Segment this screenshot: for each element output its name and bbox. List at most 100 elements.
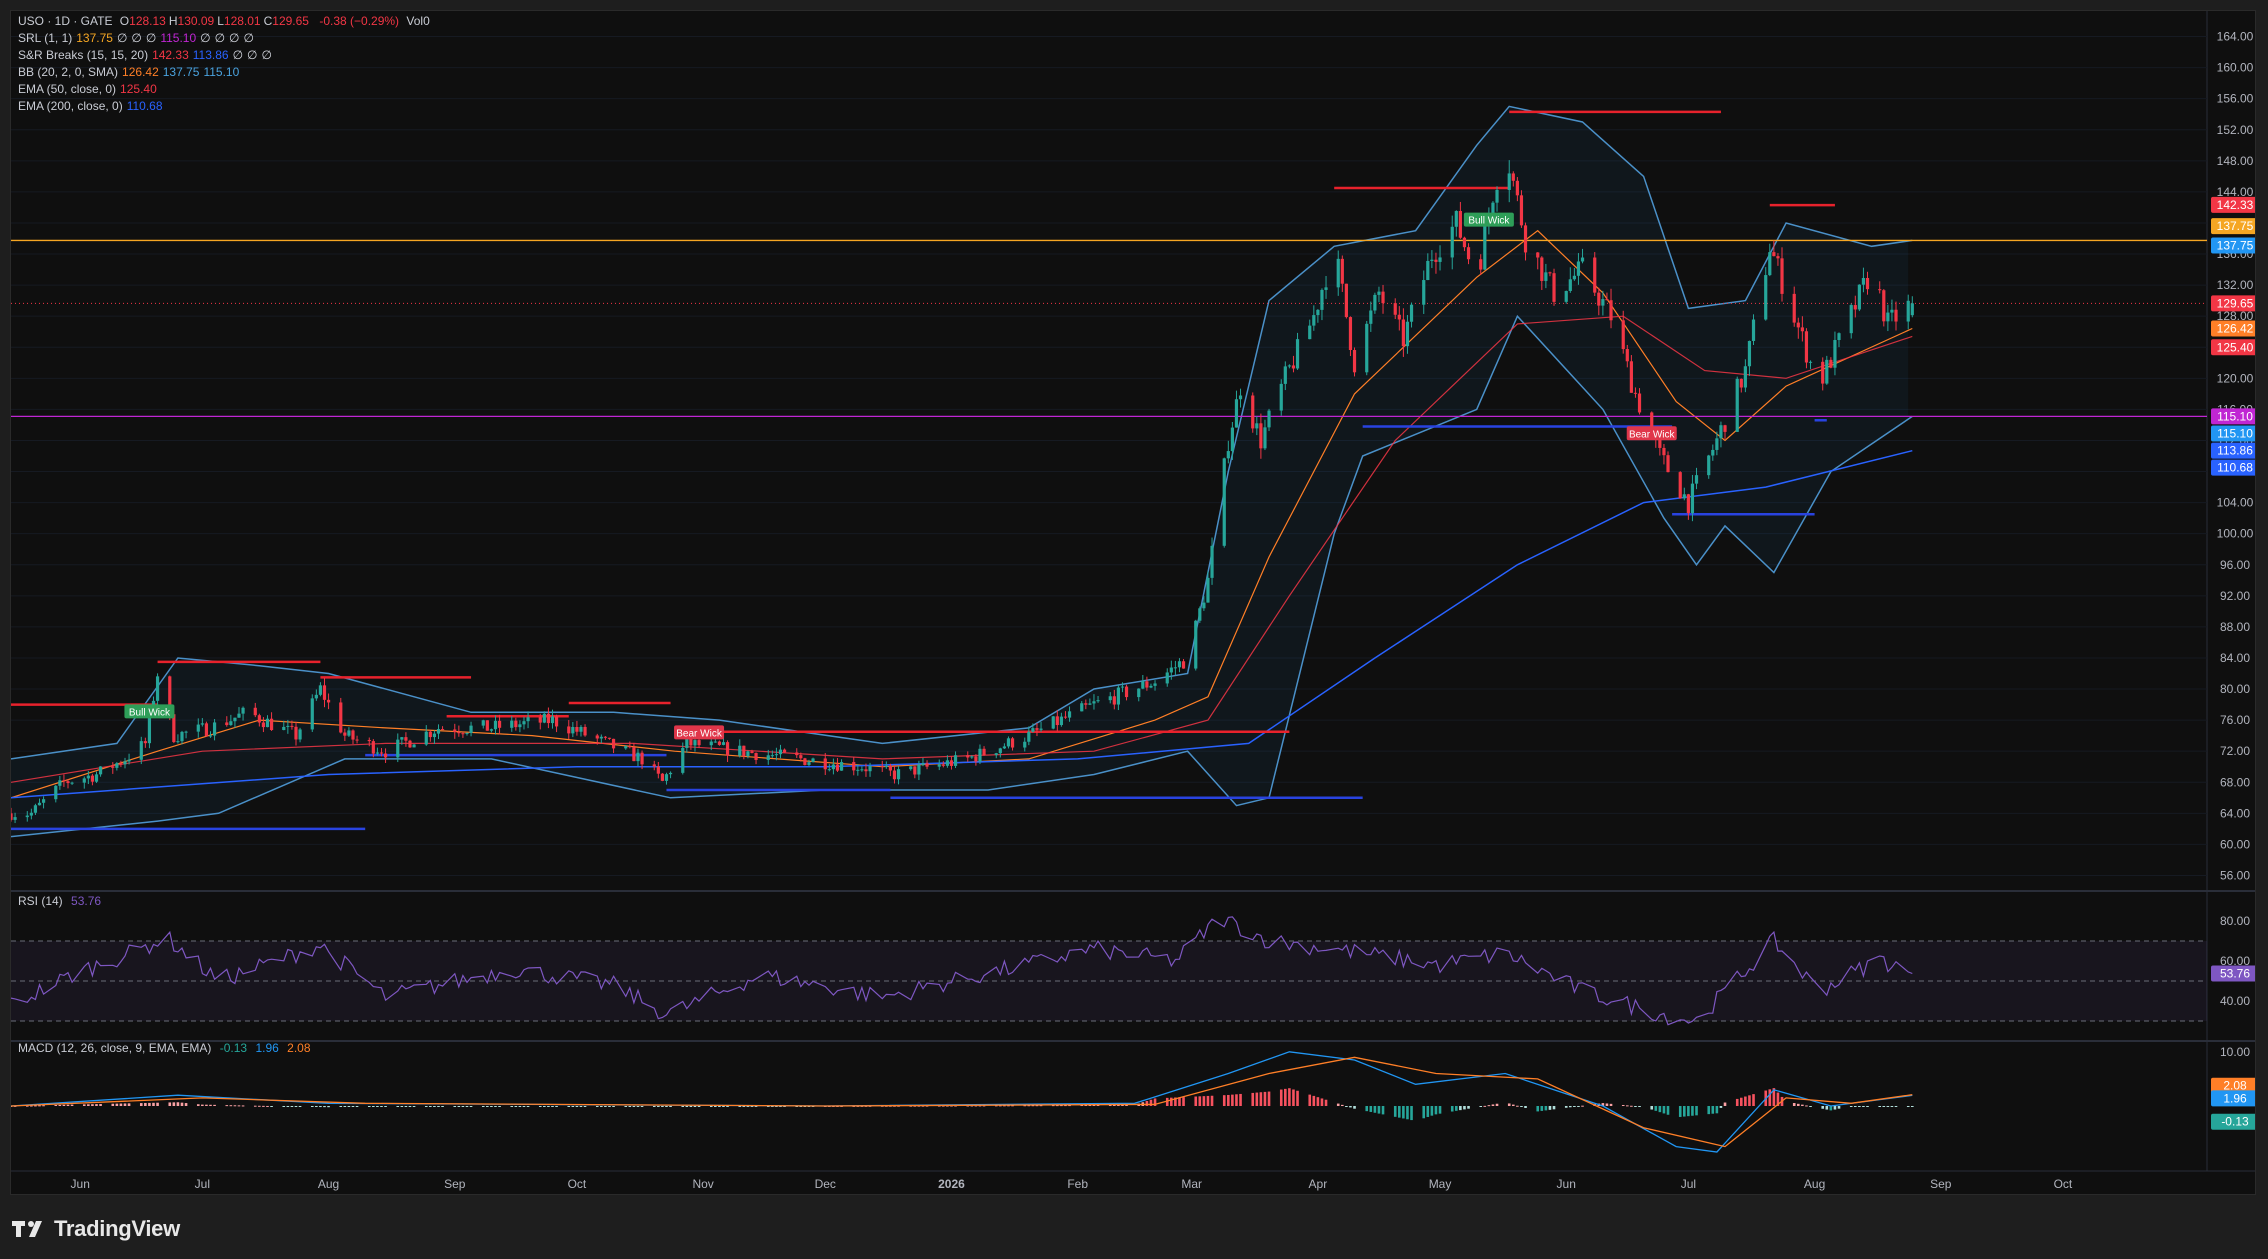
macd-histogram-bar: [1805, 1105, 1808, 1107]
bull-candle: [681, 747, 685, 773]
bull-candle: [1194, 620, 1198, 669]
macd-signal-value: 2.08: [287, 1041, 311, 1055]
indicator-legend-row[interactable]: S&R Breaks (15, 15, 20) 142.33 113.86 ∅ ∅ ∅: [18, 47, 276, 64]
bear-candle: [1381, 291, 1385, 304]
macd-histogram-bar: [1882, 1106, 1886, 1107]
macd-histogram-bar: [1609, 1103, 1613, 1106]
tradingview-branding[interactable]: TradingView: [12, 1214, 180, 1244]
bull-candle: [1120, 686, 1125, 688]
bull-candle: [668, 772, 673, 775]
bull-candle: [1002, 746, 1006, 749]
bull-candle: [58, 780, 62, 786]
indicator-legend-row[interactable]: EMA (200, close, 0) 110.68: [18, 98, 167, 115]
price-axis-badge-label: 115.10: [2217, 409, 2253, 423]
bull-candle: [807, 762, 811, 765]
bear-candle: [1401, 319, 1405, 347]
bear-candle: [1678, 472, 1682, 499]
macd-histogram-bar: [665, 1106, 668, 1107]
macd-histogram-bar: [213, 1104, 216, 1106]
bear-candle: [1084, 703, 1088, 705]
bull-candle: [86, 775, 90, 779]
macd-histogram-bar: [1825, 1106, 1829, 1110]
time-axis-label: Sep: [444, 1177, 466, 1191]
price-tick-label: 148.00: [2217, 154, 2254, 168]
bull-candle: [1833, 340, 1837, 368]
indicator-name: EMA (50, close, 0): [18, 82, 117, 96]
indicator-value: 137.75: [162, 65, 200, 79]
bear-candle: [913, 766, 917, 775]
macd-histogram-bar: [1430, 1106, 1434, 1116]
indicator-legend-row[interactable]: BB (20, 2, 0, SMA) 126.42 137.75 115.10: [18, 64, 243, 81]
bear-candle: [253, 707, 257, 716]
macd-histogram-bar: [1683, 1106, 1686, 1117]
bull-candle: [286, 725, 290, 727]
bear-candle: [1055, 716, 1059, 726]
macd-value-badge-label: -0.13: [2221, 1115, 2249, 1129]
indicator-legend-row[interactable]: SRL (1, 1) 137.75 ∅ ∅ ∅ 115.10 ∅ ∅ ∅ ∅: [18, 30, 258, 47]
macd-histogram-bar: [1516, 1105, 1519, 1107]
price-axis-badge-label: 113.86: [2217, 444, 2253, 458]
bull-candle: [400, 737, 404, 740]
bull-candle: [1743, 366, 1747, 388]
bull-candle: [1405, 321, 1410, 347]
tradingview-logo-icon: [12, 1221, 42, 1237]
bear-candle: [974, 756, 978, 762]
bull-candle: [827, 769, 831, 771]
macd-histogram-bar: [1284, 1088, 1287, 1106]
macd-histogram-bar: [258, 1105, 261, 1107]
volume-value: Vol0: [406, 14, 430, 28]
bull-candle: [1454, 210, 1458, 227]
chart-canvas[interactable]: 164.00160.00156.00152.00148.00144.00140.…: [11, 11, 2256, 1195]
bear-candle: [261, 722, 266, 728]
bull-candle: [1580, 257, 1585, 262]
bear-candle: [379, 752, 384, 754]
macd-histogram-bar: [1324, 1099, 1328, 1106]
bear-candle: [949, 760, 954, 766]
macd-line: [11, 1051, 1913, 1153]
bull-candle: [778, 749, 783, 755]
macd-histogram-bar: [1369, 1106, 1373, 1112]
macd-histogram-bar: [1687, 1106, 1690, 1117]
price-axis-badge-label: 126.42: [2217, 321, 2254, 335]
bull-candle: [37, 802, 42, 806]
bull-candle: [1267, 410, 1271, 428]
macd-histogram-bar: [579, 1106, 583, 1107]
macd-histogram-bar: [310, 1106, 314, 1107]
bear-candle: [1548, 272, 1552, 274]
macd-histogram-bar: [253, 1105, 257, 1107]
bull-candle: [1572, 275, 1576, 280]
bull-candle: [139, 741, 143, 760]
macd-histogram-bar: [1638, 1106, 1641, 1107]
rsi-value-badge-label: 53.76: [2220, 966, 2250, 980]
macd-histogram-bar: [632, 1106, 636, 1107]
bull-candle: [1039, 728, 1043, 730]
chart-frame[interactable]: 164.00160.00156.00152.00148.00144.00140.…: [10, 10, 2256, 1195]
macd-hist-value: -0.13: [219, 1041, 248, 1055]
indicator-value: ∅: [116, 31, 128, 45]
bull-candle: [713, 741, 717, 743]
macd-histogram-bar: [70, 1104, 74, 1106]
bull-candle: [1023, 741, 1027, 748]
indicator-legend-row[interactable]: EMA (50, close, 0) 125.40: [18, 81, 161, 98]
header-legend: USO · 1D · GATE O128.13 H130.09 L128.01 C12…: [18, 13, 434, 30]
macd-histogram-bar: [270, 1106, 273, 1107]
bear-candle: [925, 763, 929, 767]
bull-candle: [1377, 291, 1381, 295]
bull-candle: [1336, 258, 1340, 288]
macd-histogram-bar: [229, 1105, 233, 1107]
bear-candle: [575, 726, 579, 732]
bear-candle: [1792, 293, 1796, 323]
bull-candle: [98, 766, 103, 775]
macd-histogram-bar: [1801, 1104, 1804, 1106]
macd-histogram-bar: [685, 1106, 689, 1107]
macd-histogram-bar: [180, 1102, 184, 1106]
macd-histogram-bar: [661, 1106, 664, 1107]
macd-histogram-bar: [119, 1103, 123, 1106]
bull-candle: [1426, 260, 1430, 281]
macd-histogram-bar: [1349, 1106, 1352, 1108]
macd-histogram-bar: [404, 1106, 408, 1107]
macd-histogram-bar: [62, 1104, 66, 1106]
macd-histogram-bar: [1821, 1106, 1825, 1109]
macd-histogram-bar: [315, 1106, 318, 1107]
bull-candle: [1568, 279, 1572, 291]
